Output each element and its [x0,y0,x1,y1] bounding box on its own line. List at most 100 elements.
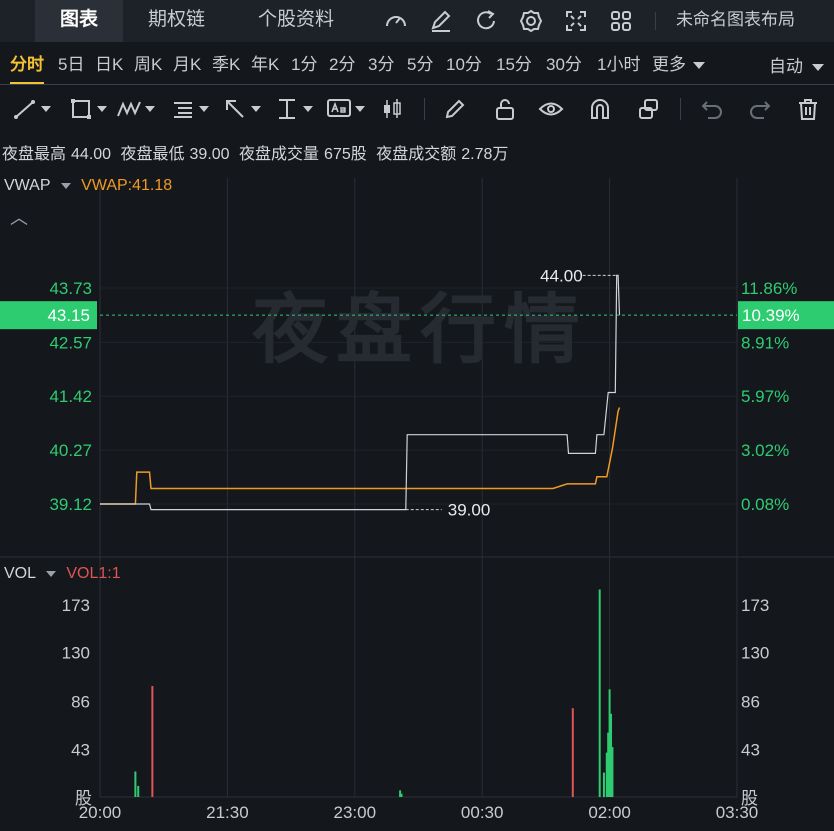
period-5m[interactable]: 5分 [407,52,433,78]
period-5d[interactable]: 5日 [58,52,84,78]
volume-bar [611,747,614,797]
high-label: 夜盘最高 [2,146,67,163]
volume-bar [137,785,140,797]
period-day-k[interactable]: 日K [95,52,123,78]
delete-button[interactable] [795,96,821,122]
caret-icon [41,106,51,112]
x-tick-label: 21:30 [206,803,249,822]
collapse-icon[interactable]: ︿ [10,204,28,230]
trash-icon [799,99,817,120]
caret-icon [303,106,313,112]
period-15m[interactable]: 15分 [496,52,532,78]
y-tick-label-left: 40.27 [49,441,92,460]
low-value: 39.00 [189,146,230,163]
fullscreen-icon[interactable] [563,8,589,34]
vol-tick-label-left: 173 [62,596,90,615]
low-marker-label: 39.00 [448,501,491,520]
vwap-indicator[interactable]: VWAP VWAP:41.18 [4,177,172,195]
period-year-k[interactable]: 年K [251,52,279,78]
vol-label: VOL [4,565,36,582]
grid-layout-icon[interactable] [608,8,634,34]
tab-option-chain[interactable]: 期权链 [148,0,205,42]
vwap-value: VWAP:41.18 [81,177,173,194]
settings-icon[interactable] [518,8,544,34]
magnet-tool[interactable] [587,96,613,122]
volume-bar [400,793,403,797]
wave-icon [117,101,141,117]
text-tool[interactable] [326,96,365,122]
lock-tool[interactable] [492,96,518,122]
pen-tool[interactable] [442,96,468,122]
vol-unit-right: 股 [741,789,758,808]
unlock-icon [496,99,514,120]
period-week-k[interactable]: 周K [134,52,162,78]
arrow-tool[interactable] [222,96,261,122]
divider [0,84,834,85]
period-quarter-k[interactable]: 季K [212,52,240,78]
period-month-k[interactable]: 月K [173,52,201,78]
period-10m[interactable]: 10分 [446,52,482,78]
period-more[interactable]: 更多 [652,52,705,78]
wave-tool[interactable] [116,96,155,122]
edit-icon[interactable] [428,8,454,34]
candle-tool[interactable] [380,96,406,122]
x-tick-label: 02:00 [588,803,631,822]
layers-tool[interactable] [636,96,662,122]
undo-icon [701,101,722,119]
measure-icon [279,99,295,119]
layout-name[interactable]: 未命名图表布局 [676,0,795,42]
trendline-icon [14,100,35,119]
period-3m[interactable]: 3分 [368,52,394,78]
auto-select[interactable]: 自动 [769,54,824,80]
low-label: 夜盘最低 [120,146,185,163]
tool-divider [680,98,681,120]
undo-button[interactable] [699,96,725,122]
y-tick-label-right: 3.02% [741,441,789,460]
fib-lines-icon [174,102,192,118]
y-tick-label-left: 41.42 [49,387,92,406]
refresh-icon[interactable] [473,8,499,34]
trendline-tool[interactable] [12,96,51,122]
high-value: 44.00 [71,146,112,163]
tab-chart[interactable]: 图表 [35,0,123,42]
vwap-label: VWAP [4,177,51,194]
pen-icon [445,99,465,119]
period-2m[interactable]: 2分 [329,52,355,78]
y-tick-label-left: 39.12 [49,495,92,514]
volume-bar [571,708,574,797]
redo-button[interactable] [747,96,773,122]
period-1m[interactable]: 1分 [291,52,317,78]
x-tick-label: 23:00 [334,803,377,822]
y-tick-label-right: 11.86% [741,279,797,298]
caret-icon [97,106,107,112]
amount-label: 夜盘成交额 [376,146,457,163]
gauge-icon[interactable] [383,8,409,34]
intraday-chart[interactable]: 夜盘行情 20:00 21:30 23:00 00:30 02:00 03:3043.73… [0,170,834,831]
night-session-stats: 夜盘最高 44.00 夜盘最低 39.00 夜盘成交量 675股 夜盘成交额 2.78万 [2,140,513,164]
nav-divider [655,12,656,30]
text-box-icon [327,99,351,117]
high-marker-label: 44.00 [540,266,583,285]
volume-value: 675股 [324,146,367,163]
candlestick-icon [384,99,401,118]
caret-icon [251,106,261,112]
period-1h[interactable]: 1小时 [597,52,640,78]
volume-bar [598,589,601,797]
rectangle-tool[interactable] [68,96,107,122]
chevron-down-icon [45,570,56,577]
vol-indicator[interactable]: VOL VOL1:1 [4,565,121,583]
x-tick-label: 00:30 [461,803,504,822]
tool-divider [424,98,425,120]
tab-stock-profile[interactable]: 个股资料 [258,0,334,42]
vol-tick-label-left: 130 [62,644,90,663]
volume-bar [134,771,137,797]
fib-tool[interactable] [170,96,209,122]
volume-label: 夜盘成交量 [239,146,320,163]
period-intraday[interactable]: 分时 [10,52,44,84]
rectangle-icon [71,99,91,119]
measure-tool[interactable] [274,96,313,122]
volume-bar [151,686,154,797]
period-30m[interactable]: 30分 [546,52,582,78]
y-tick-label-right: 0.08% [741,495,789,514]
visibility-tool[interactable] [538,96,564,122]
